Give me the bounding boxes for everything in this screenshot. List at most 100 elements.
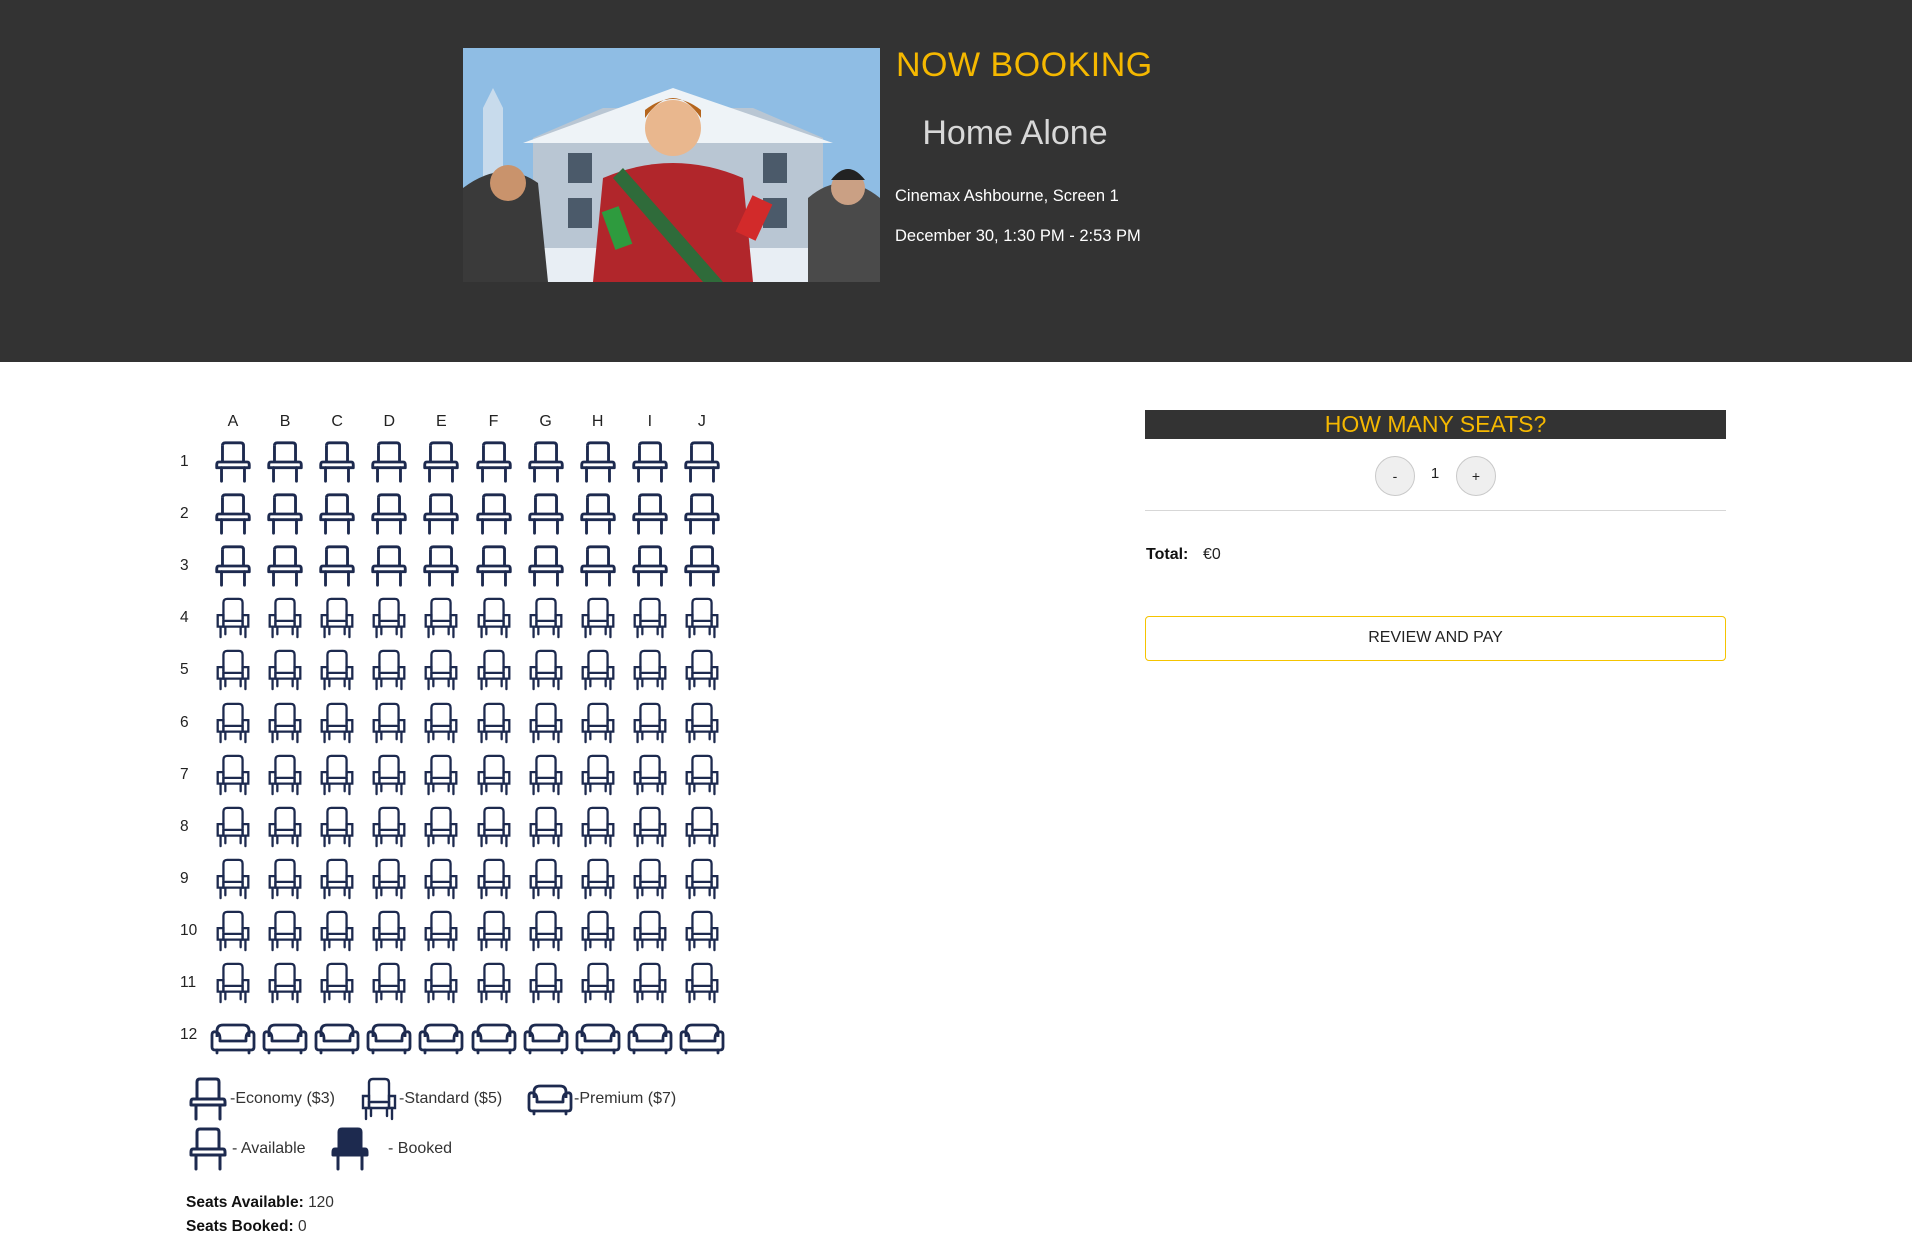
seat-c6[interactable]	[315, 701, 359, 745]
seat-i11[interactable]	[628, 961, 672, 1005]
seat-b2[interactable]	[263, 492, 307, 536]
seat-j5[interactable]	[680, 648, 724, 692]
seat-b7[interactable]	[263, 753, 307, 797]
seat-j7[interactable]	[680, 753, 724, 797]
seat-g6[interactable]	[524, 701, 568, 745]
seat-j2[interactable]	[680, 492, 724, 536]
seat-g9[interactable]	[524, 857, 568, 901]
seat-e9[interactable]	[419, 857, 463, 901]
seat-f12[interactable]	[470, 1021, 518, 1055]
seat-c1[interactable]	[315, 440, 359, 484]
seat-c5[interactable]	[315, 648, 359, 692]
seat-c2[interactable]	[315, 492, 359, 536]
seat-c7[interactable]	[315, 753, 359, 797]
seat-b9[interactable]	[263, 857, 307, 901]
seat-g4[interactable]	[524, 596, 568, 640]
seat-d9[interactable]	[367, 857, 411, 901]
seat-d4[interactable]	[367, 596, 411, 640]
seat-d1[interactable]	[367, 440, 411, 484]
seat-g11[interactable]	[524, 961, 568, 1005]
seat-h12[interactable]	[574, 1021, 622, 1055]
seat-b10[interactable]	[263, 909, 307, 953]
seat-g7[interactable]	[524, 753, 568, 797]
seat-d6[interactable]	[367, 701, 411, 745]
seat-f10[interactable]	[472, 909, 516, 953]
seat-d5[interactable]	[367, 648, 411, 692]
seat-j11[interactable]	[680, 961, 724, 1005]
seat-i3[interactable]	[628, 544, 672, 588]
seat-f1[interactable]	[472, 440, 516, 484]
seat-i6[interactable]	[628, 701, 672, 745]
seat-d8[interactable]	[367, 805, 411, 849]
seat-f8[interactable]	[472, 805, 516, 849]
seat-j12[interactable]	[678, 1021, 726, 1055]
seat-j3[interactable]	[680, 544, 724, 588]
seat-h5[interactable]	[576, 648, 620, 692]
seat-c4[interactable]	[315, 596, 359, 640]
seat-j8[interactable]	[680, 805, 724, 849]
seat-b4[interactable]	[263, 596, 307, 640]
seat-a2[interactable]	[211, 492, 255, 536]
seat-e3[interactable]	[419, 544, 463, 588]
seat-d10[interactable]	[367, 909, 411, 953]
seat-f9[interactable]	[472, 857, 516, 901]
seat-c9[interactable]	[315, 857, 359, 901]
seat-e2[interactable]	[419, 492, 463, 536]
seat-a10[interactable]	[211, 909, 255, 953]
seat-e8[interactable]	[419, 805, 463, 849]
seat-e4[interactable]	[419, 596, 463, 640]
seat-e5[interactable]	[419, 648, 463, 692]
seat-h2[interactable]	[576, 492, 620, 536]
seat-f7[interactable]	[472, 753, 516, 797]
seat-f6[interactable]	[472, 701, 516, 745]
seat-h11[interactable]	[576, 961, 620, 1005]
seat-f2[interactable]	[472, 492, 516, 536]
seat-j6[interactable]	[680, 701, 724, 745]
seat-g10[interactable]	[524, 909, 568, 953]
seat-a3[interactable]	[211, 544, 255, 588]
seat-i1[interactable]	[628, 440, 672, 484]
seat-e6[interactable]	[419, 701, 463, 745]
seat-i2[interactable]	[628, 492, 672, 536]
seat-j10[interactable]	[680, 909, 724, 953]
seat-a11[interactable]	[211, 961, 255, 1005]
seat-b12[interactable]	[261, 1021, 309, 1055]
seat-b6[interactable]	[263, 701, 307, 745]
seat-f11[interactable]	[472, 961, 516, 1005]
seat-e7[interactable]	[419, 753, 463, 797]
seat-i5[interactable]	[628, 648, 672, 692]
seat-b5[interactable]	[263, 648, 307, 692]
seat-h1[interactable]	[576, 440, 620, 484]
seat-a5[interactable]	[211, 648, 255, 692]
increase-seats-button[interactable]: +	[1456, 456, 1496, 496]
seat-b1[interactable]	[263, 440, 307, 484]
seat-c10[interactable]	[315, 909, 359, 953]
review-and-pay-button[interactable]: REVIEW AND PAY	[1145, 616, 1726, 661]
seat-e10[interactable]	[419, 909, 463, 953]
seat-a1[interactable]	[211, 440, 255, 484]
seat-f3[interactable]	[472, 544, 516, 588]
seat-g3[interactable]	[524, 544, 568, 588]
seat-g8[interactable]	[524, 805, 568, 849]
seat-h10[interactable]	[576, 909, 620, 953]
seat-f4[interactable]	[472, 596, 516, 640]
seat-g2[interactable]	[524, 492, 568, 536]
seat-h6[interactable]	[576, 701, 620, 745]
seat-h7[interactable]	[576, 753, 620, 797]
seat-g1[interactable]	[524, 440, 568, 484]
seat-j4[interactable]	[680, 596, 724, 640]
seat-i7[interactable]	[628, 753, 672, 797]
seat-e1[interactable]	[419, 440, 463, 484]
seat-a8[interactable]	[211, 805, 255, 849]
decrease-seats-button[interactable]: -	[1375, 456, 1415, 496]
seat-d3[interactable]	[367, 544, 411, 588]
seat-g12[interactable]	[522, 1021, 570, 1055]
seat-c8[interactable]	[315, 805, 359, 849]
seat-c11[interactable]	[315, 961, 359, 1005]
seat-a4[interactable]	[211, 596, 255, 640]
seat-b3[interactable]	[263, 544, 307, 588]
seat-d2[interactable]	[367, 492, 411, 536]
seat-i9[interactable]	[628, 857, 672, 901]
seat-a7[interactable]	[211, 753, 255, 797]
seat-d12[interactable]	[365, 1021, 413, 1055]
